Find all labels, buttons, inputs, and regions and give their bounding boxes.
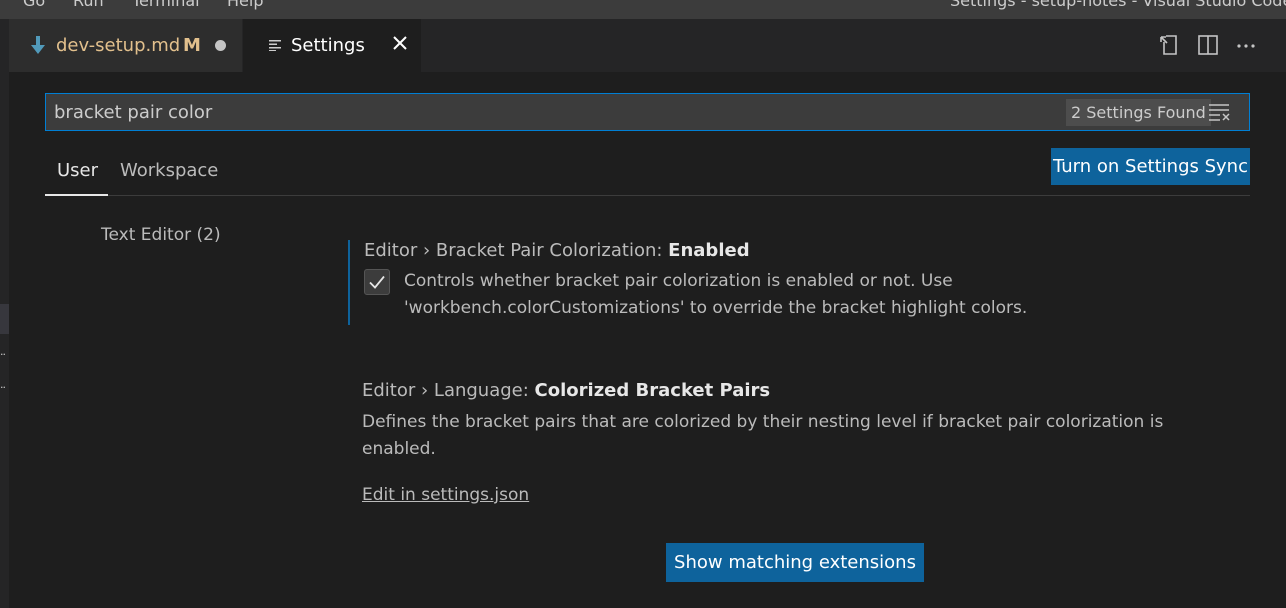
setting-checkbox[interactable] <box>364 269 390 295</box>
window-title: Settings - setup-notes - Visual Studio C… <box>950 0 1286 10</box>
modified-indicator: M <box>183 35 201 56</box>
tab-user[interactable]: User <box>57 160 98 181</box>
tab-dev-setup-md[interactable]: dev-setup.md M <box>9 19 242 72</box>
clear-filter-icon[interactable] <box>1208 102 1230 122</box>
unsaved-dot-icon[interactable] <box>215 40 226 51</box>
setting-description: Defines the bracket pairs that are color… <box>362 412 1164 459</box>
side-bar-selected-row[interactable] <box>0 304 9 334</box>
menu-go[interactable]: Go <box>23 0 45 10</box>
search-value: bracket pair color <box>54 102 213 123</box>
editor-tab-bar: dev-setup.md M Settings <box>9 19 1286 72</box>
setting-description: Controls whether bracket pair colorizati… <box>404 271 1028 318</box>
menu-bar: Go Run Terminal Help Settings - setup-no… <box>0 0 1286 19</box>
setting-category: Editor › Bracket Pair Colorization: <box>364 240 669 261</box>
open-settings-json-icon[interactable] <box>1158 33 1182 57</box>
toc-item-text-editor[interactable]: Text Editor (2) <box>101 225 221 245</box>
setting-category: Editor › Language: <box>362 380 535 401</box>
setting-bracket-pair-colorization-enabled: Editor › Bracket Pair Colorization: Enab… <box>348 240 1248 325</box>
editor-actions <box>1146 33 1286 59</box>
menu-terminal[interactable]: Terminal <box>132 0 200 10</box>
setting-name: Enabled <box>668 240 750 261</box>
more-icon: ·· <box>0 381 6 394</box>
turn-on-settings-sync-button[interactable]: Turn on Settings Sync <box>1051 148 1250 185</box>
more-actions-icon[interactable] <box>1234 33 1258 57</box>
close-icon[interactable] <box>389 32 411 54</box>
tab-label: Settings <box>291 35 365 56</box>
side-bar-edge: ·· ·· <box>0 19 9 608</box>
setting-title: Editor › Bracket Pair Colorization: Enab… <box>364 240 750 261</box>
more-icon: ·· <box>0 348 6 361</box>
menu-help[interactable]: Help <box>227 0 263 10</box>
edit-in-settings-json-link[interactable]: Edit in settings.json <box>362 485 529 505</box>
show-matching-extensions-button[interactable]: Show matching extensions <box>666 543 924 582</box>
settings-editor-icon <box>269 40 281 51</box>
tab-settings[interactable]: Settings <box>243 19 421 72</box>
setting-colorized-bracket-pairs: Editor › Language: Colorized Bracket Pai… <box>348 380 1248 520</box>
settings-count-badge: 2 Settings Found <box>1066 99 1211 126</box>
active-tab-indicator <box>45 194 108 196</box>
markdown-icon <box>31 36 45 54</box>
tab-label: dev-setup.md <box>56 35 181 56</box>
check-icon <box>369 275 385 289</box>
tab-workspace[interactable]: Workspace <box>120 160 218 181</box>
setting-name: Colorized Bracket Pairs <box>534 380 771 401</box>
menu-run[interactable]: Run <box>73 0 104 10</box>
settings-search-input[interactable]: bracket pair color 2 Settings Found <box>45 93 1250 131</box>
split-editor-icon[interactable] <box>1196 33 1220 57</box>
setting-title: Editor › Language: Colorized Bracket Pai… <box>362 380 770 401</box>
